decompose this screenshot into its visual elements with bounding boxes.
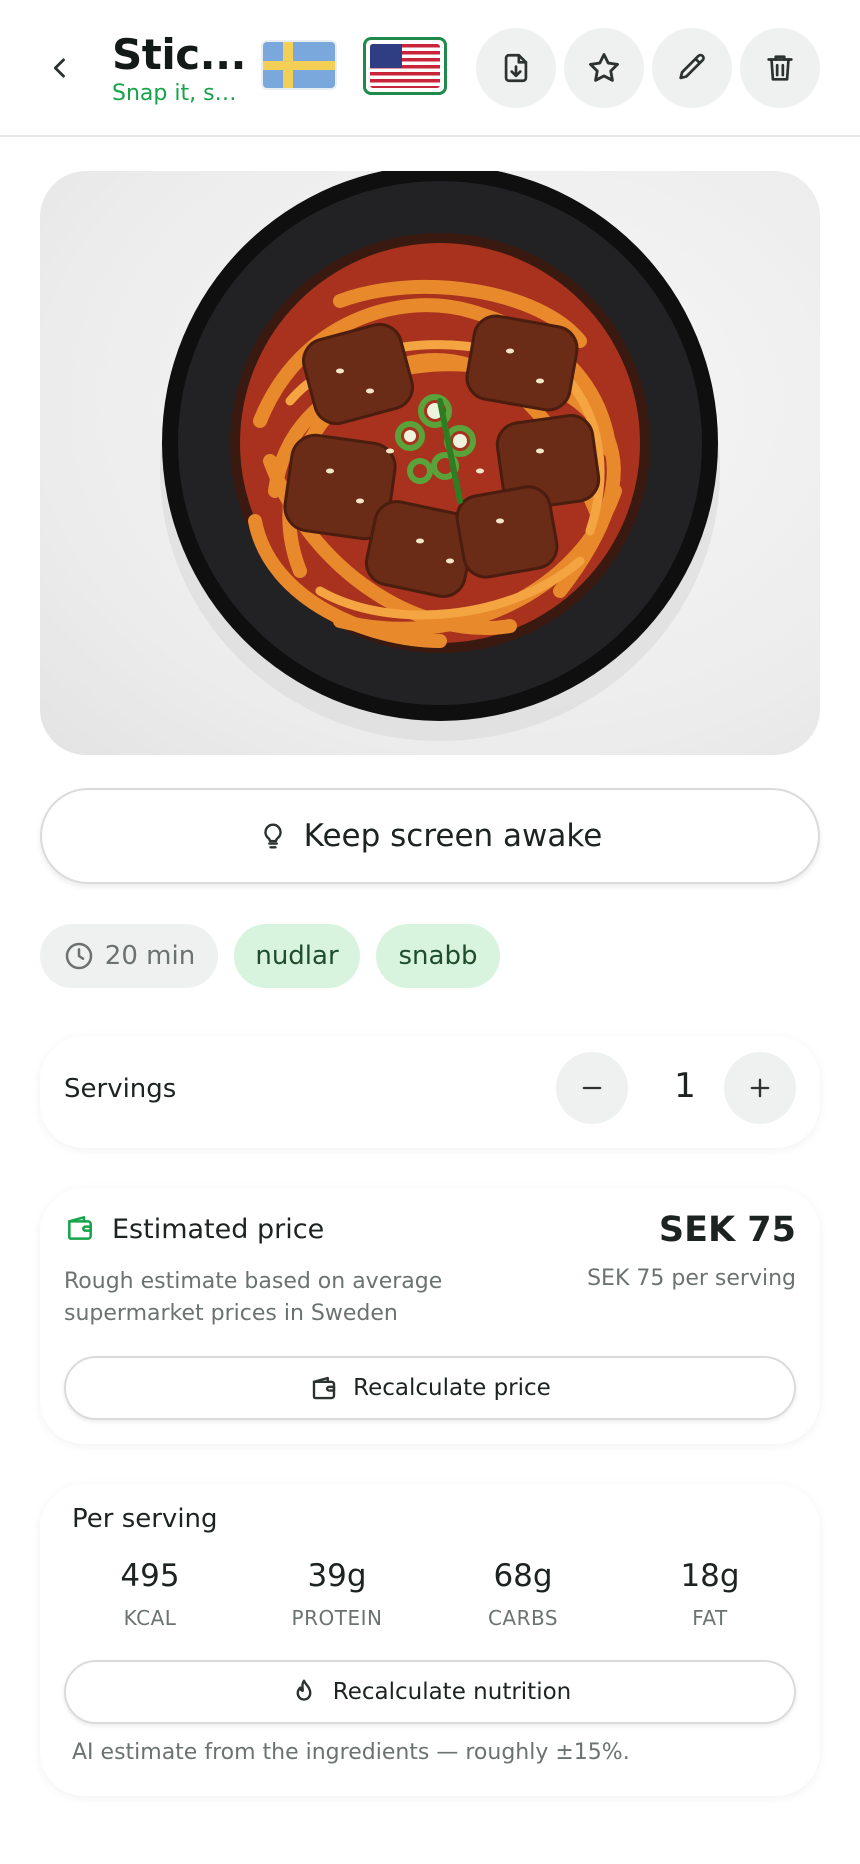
decrease-servings-button[interactable] (556, 1052, 628, 1124)
us-flag-icon (370, 44, 440, 88)
nutrition-kcal: 495 KCAL (70, 1558, 230, 1630)
recalculate-price-button[interactable]: Recalculate price (64, 1356, 796, 1420)
nutrition-title: Per serving (72, 1504, 218, 1534)
back-button[interactable] (38, 46, 82, 90)
clock-icon (65, 942, 93, 970)
wallet-icon (68, 1216, 92, 1240)
servings-card: Servings 1 (40, 1036, 820, 1148)
chevron-left-icon (53, 58, 65, 78)
noodle-bowl-illustration (160, 171, 720, 741)
keep-screen-awake-button[interactable]: Keep screen awake (40, 788, 820, 884)
servings-label: Servings (64, 1074, 177, 1104)
minus-icon (582, 1086, 602, 1090)
plus-icon (750, 1078, 770, 1098)
nutrition-value: 495 (120, 1558, 180, 1594)
nutrition-label: PROTEIN (291, 1606, 383, 1630)
cook-time-label: 20 min (104, 941, 196, 971)
cook-time-chip: 20 min (40, 924, 218, 988)
recalculate-nutrition-label: Recalculate nutrition (332, 1679, 572, 1705)
nutrition-value: 18g (680, 1558, 740, 1594)
nutrition-carbs: 68g CARBS (443, 1558, 603, 1630)
delete-button[interactable] (740, 28, 820, 108)
language-sv-flag[interactable] (263, 42, 335, 88)
edit-button[interactable] (652, 28, 732, 108)
language-en-flag-selected[interactable] (363, 37, 447, 95)
price-note: Rough estimate based on average supermar… (64, 1269, 443, 1326)
nutrition-fat: 18g FAT (630, 1558, 790, 1630)
recipe-title-block: Stic... Snap it, sa... (112, 30, 247, 106)
trash-icon (767, 55, 793, 81)
servings-count: 1 (674, 1066, 696, 1106)
recalculate-price-label: Recalculate price (353, 1375, 551, 1401)
top-bar: Stic... Snap it, sa... (0, 0, 860, 137)
nutrition-value: 68g (493, 1558, 553, 1594)
download-button[interactable] (476, 28, 556, 108)
star-icon (589, 53, 619, 82)
nutrition-card: Per serving 495 KCAL 39g PROTEIN 68g CAR… (40, 1484, 820, 1796)
estimated-price-value: SEK 75 (658, 1210, 796, 1250)
recalculate-nutrition-button[interactable]: Recalculate nutrition (64, 1660, 796, 1724)
nutrition-footnote: AI estimate from the ingredients — rough… (72, 1740, 630, 1765)
estimated-price-title: Estimated price (112, 1214, 325, 1245)
download-icon (504, 53, 528, 83)
recipe-subtitle: Snap it, sa... (112, 81, 247, 106)
pencil-icon (679, 53, 705, 80)
nutrition-value: 39g (307, 1558, 367, 1594)
increase-servings-button[interactable] (724, 1052, 796, 1124)
keep-screen-awake-label: Keep screen awake (303, 818, 603, 854)
recipe-photo (40, 171, 820, 755)
recipe-title: Stic... (112, 30, 246, 79)
price-per-serving: SEK 75 per serving (587, 1266, 796, 1291)
tag-chip[interactable]: snabb (376, 924, 500, 988)
tag-chip[interactable]: nudlar (234, 924, 360, 988)
favorite-button[interactable] (564, 28, 644, 108)
lightbulb-icon (263, 823, 282, 849)
nutrition-label: KCAL (123, 1606, 177, 1630)
nutrition-label: CARBS (487, 1606, 559, 1630)
wallet-icon (312, 1376, 336, 1400)
nutrition-protein: 39g PROTEIN (257, 1558, 417, 1630)
nutrition-label: FAT (692, 1606, 728, 1630)
estimated-price-card: Estimated price SEK 75 Rough estimate ba… (40, 1188, 820, 1444)
flame-icon (296, 1679, 312, 1701)
